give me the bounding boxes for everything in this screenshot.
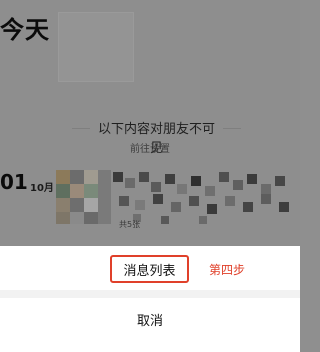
post-text-mosaic[interactable] xyxy=(113,172,298,228)
cancel-button[interactable]: 取消 xyxy=(0,298,300,352)
post-date-month: 10月 xyxy=(30,183,54,194)
action-sheet: 消息列表 第四步 取消 xyxy=(0,246,300,352)
sheet-separator xyxy=(0,290,300,298)
post-date-day: 01 xyxy=(0,170,28,194)
cover-thumbnail[interactable] xyxy=(58,12,134,82)
post-meta-text: 共5张 xyxy=(119,220,141,229)
cancel-label: 取消 xyxy=(136,314,163,329)
go-to-settings-link[interactable]: 前往设置 xyxy=(0,140,300,155)
step-annotation: 第四步 xyxy=(209,263,246,277)
privacy-notice: 以下内容对朋友不可见 xyxy=(0,118,300,156)
divider xyxy=(72,128,90,129)
divider xyxy=(223,128,241,129)
post-thumbnail[interactable] xyxy=(56,170,111,224)
today-label: 今天 xyxy=(0,16,50,44)
message-list-option[interactable]: 消息列表 第四步 xyxy=(0,246,300,290)
message-list-label: 消息列表 xyxy=(123,263,176,279)
message-list-button[interactable]: 消息列表 xyxy=(110,255,189,283)
